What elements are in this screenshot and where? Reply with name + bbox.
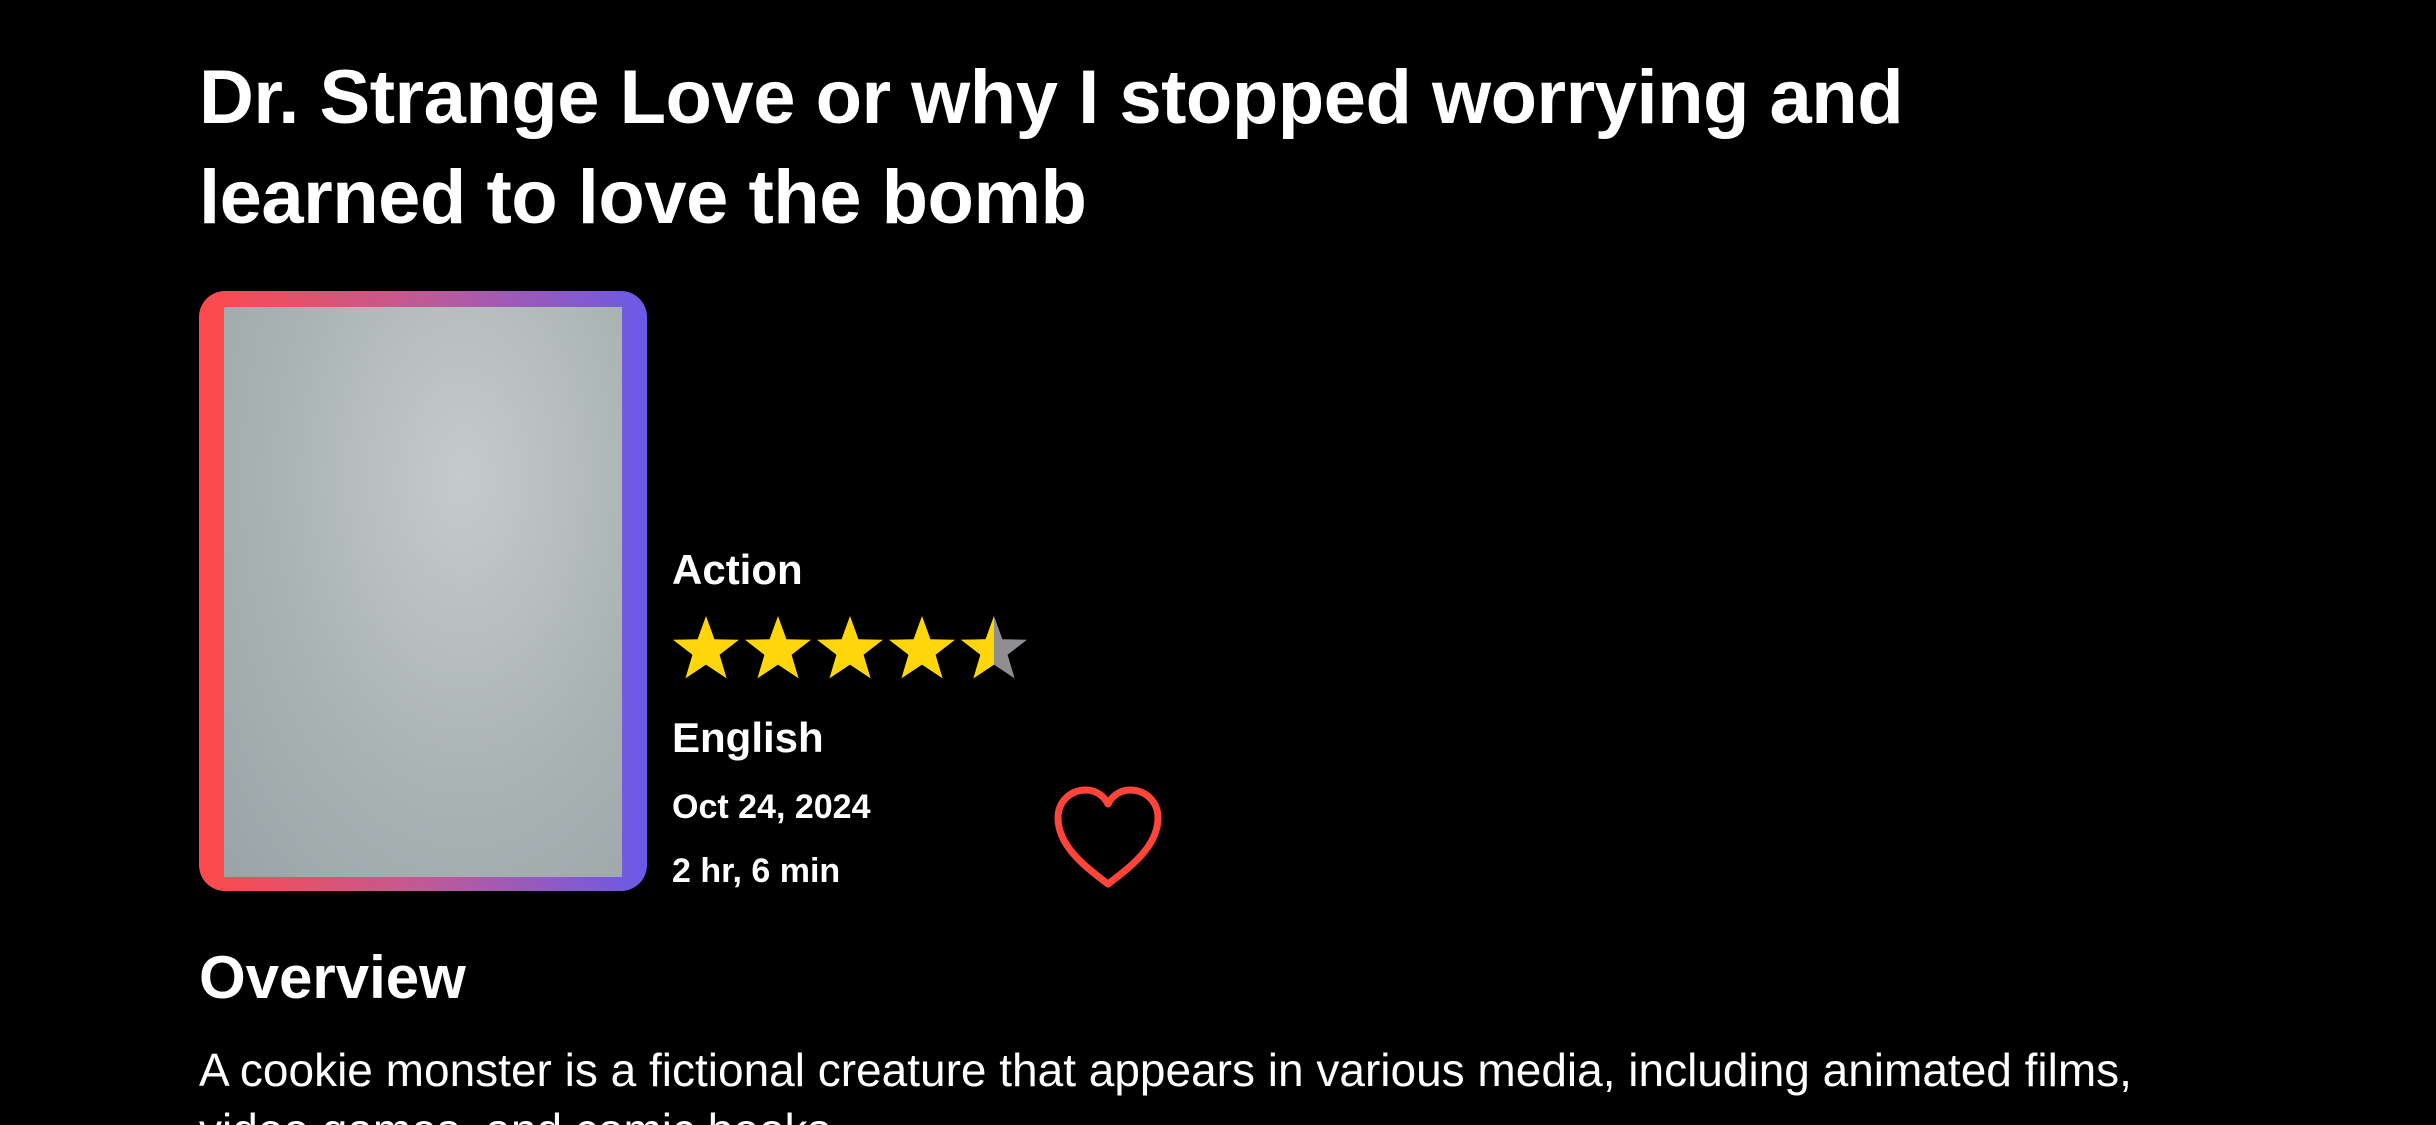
movie-title: Dr. Strange Love or why I stopped worryi… [199, 55, 1904, 240]
star-icon [745, 616, 811, 679]
poster-image [224, 307, 622, 877]
release-date: Oct 24, 2024 [672, 788, 871, 826]
runtime: 2 hr, 6 min [672, 852, 841, 890]
favorite-button[interactable] [1050, 784, 1166, 892]
overview-text: A cookie monster is a fictional creature… [199, 1044, 2132, 1125]
star-rating-graphic [673, 616, 1027, 679]
star-icon [961, 616, 1027, 679]
genre-label: Action [672, 546, 803, 593]
overview-heading: Overview [199, 944, 466, 1011]
star-rating [670, 614, 1040, 690]
heart-outline-icon [1054, 786, 1162, 888]
language-label: English [672, 714, 824, 761]
star-icon [817, 616, 883, 679]
poster-frame [199, 291, 647, 891]
star-icon [889, 616, 955, 679]
star-icon [673, 616, 739, 679]
